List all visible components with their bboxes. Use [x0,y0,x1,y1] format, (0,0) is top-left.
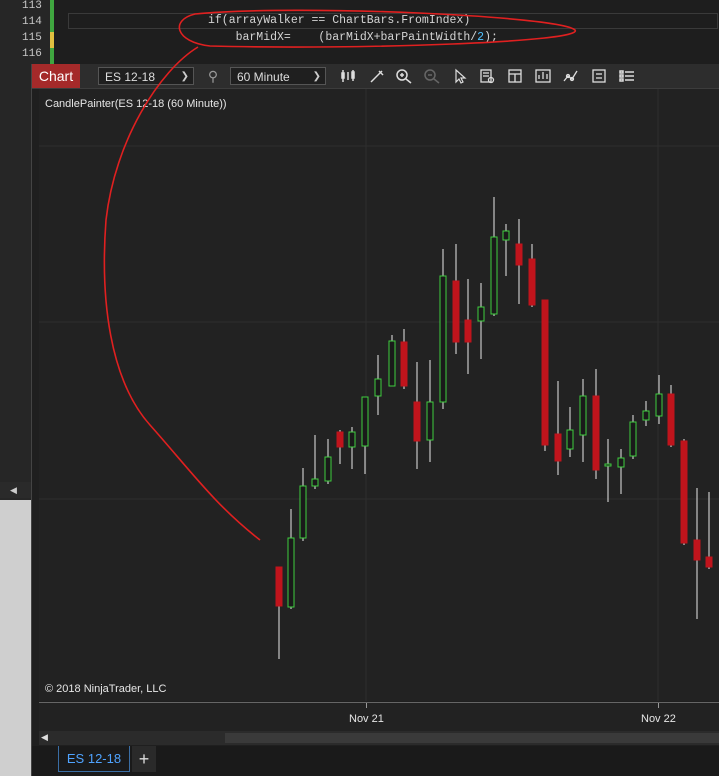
zoom-out-icon[interactable] [423,68,441,84]
candle-up [287,537,295,608]
chart-tabs-bar: ES 12-18 + [32,746,719,776]
change-marker [50,48,54,64]
candle-up [604,463,612,467]
candle-up [426,401,434,441]
bar-type-icon[interactable] [340,68,358,84]
candle-down [515,243,523,266]
candle-up [490,236,498,315]
candle-down [452,280,460,343]
x-tick-label: Nov 22 [641,713,676,725]
menu-list-icon[interactable] [618,68,636,84]
chart-toolbar: Chart ES 12-18 ❯ ⚲ 60 Minute ❯ [32,64,719,89]
scroll-thumb[interactable] [225,733,719,743]
candle-up [566,429,574,450]
candle-up [299,485,307,539]
data-series-icon[interactable] [506,68,524,84]
candle-down [528,258,536,306]
candle-up [477,306,485,322]
code-line-114[interactable]: if(arrayWalker == ChartBars.FromIndex) [208,13,470,29]
copyright-text: © 2018 NinjaTrader, LLC [45,683,167,695]
x-tick-mark [658,703,659,708]
pointer-icon[interactable] [451,68,469,84]
scroll-left-icon[interactable]: ◀ [10,485,17,496]
line-number: 115 [22,32,42,44]
scroll-left-icon[interactable]: ◀ [41,732,48,743]
candle-up [439,275,447,403]
period-selector[interactable]: 60 Minute ❯ [230,67,326,85]
price-chart[interactable]: CandlePainter(ES 12-18 (60 Minute)) © 20… [39,89,719,701]
line-number: 116 [22,48,42,60]
instrument-value: ES 12-18 [105,70,156,84]
candle-down [554,433,562,462]
zoom-in-icon[interactable] [395,68,413,84]
indicator-label: CandlePainter(ES 12-18 (60 Minute)) [45,98,227,110]
candle-up [579,395,587,436]
candle-up [642,410,650,421]
candle-up [388,340,396,387]
line-number: 114 [22,16,42,28]
code-text: barMidX= (barMidX+barPaintWidth/ [208,31,478,44]
editor-hscroll[interactable]: ◀ [0,482,34,498]
candle-up [374,378,382,397]
tab-es-12-18[interactable]: ES 12-18 [58,746,130,772]
x-tick-mark [366,703,367,708]
x-tick-label: Nov 21 [349,713,384,725]
chart-scrollbar[interactable]: ◀ [39,731,719,745]
candle-down [275,566,283,607]
candle-down [705,556,713,568]
candle-up [324,456,332,482]
desktop-background [0,500,34,776]
add-tab-button[interactable]: + [132,746,156,772]
candle-down [400,341,408,387]
candlestick-chart[interactable] [39,89,719,701]
search-icon[interactable]: ⚲ [204,67,222,85]
chevron-down-icon: ❯ [180,71,189,82]
candle-down [413,401,421,442]
candle-down [541,299,549,446]
strategies-icon[interactable] [562,68,580,84]
change-marker [50,0,54,16]
pencil-icon[interactable] [368,68,386,84]
code-text: if(arrayWalker == ChartBars.FromIndex) [208,14,471,27]
candle-up [361,396,369,447]
candle-down [693,539,701,561]
code-line-115[interactable]: barMidX= (barMidX+barPaintWidth/2); [208,30,498,46]
time-axis[interactable]: Nov 21 Nov 22 [39,702,719,731]
candle-down [336,431,344,448]
chart-tab[interactable]: Chart [32,64,80,88]
candle-up [655,393,663,417]
candle-down [680,440,688,544]
properties-icon[interactable] [478,68,496,84]
chart-window: Chart ES 12-18 ❯ ⚲ 60 Minute ❯ CandlePaint… [31,64,719,776]
change-marker [50,32,54,48]
candle-down [592,395,600,471]
period-value: 60 Minute [237,70,290,84]
candle-up [311,478,319,487]
candle-up [348,431,356,448]
candle-down [464,319,472,343]
candle-up [629,421,637,457]
code-editor[interactable]: if(arrayWalker == ChartBars.FromIndex) b… [0,0,719,66]
candle-up [502,230,510,241]
indicators-icon[interactable] [534,68,552,84]
candle-up [617,457,625,468]
chevron-down-icon: ❯ [312,71,321,82]
change-marker [50,16,54,32]
instrument-selector[interactable]: ES 12-18 ❯ [98,67,194,85]
line-number: 113 [22,0,42,12]
code-text: ); [484,31,498,44]
candle-down [667,393,675,446]
templates-icon[interactable] [590,68,608,84]
